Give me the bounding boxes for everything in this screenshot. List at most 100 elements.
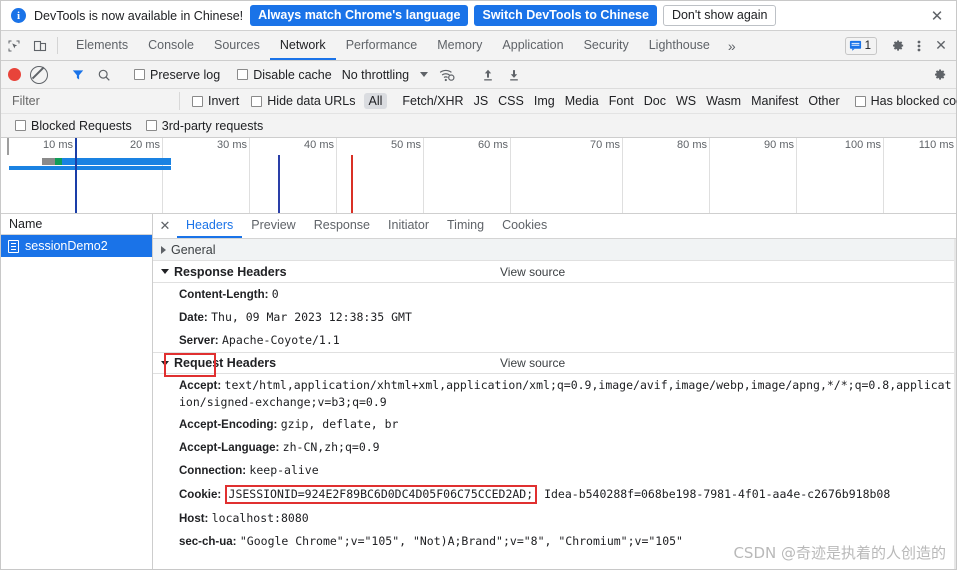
dont-show-again-button[interactable]: Don't show again xyxy=(662,5,777,26)
dom-content-loaded-line xyxy=(75,138,77,213)
language-notification-bar: i DevTools is now available in Chinese! … xyxy=(1,1,956,31)
section-request-headers[interactable]: Request Headers View source xyxy=(153,352,956,374)
header-value: zh-CN,zh;q=0.9 xyxy=(282,440,380,454)
devtools-window: i DevTools is now available in Chinese! … xyxy=(0,0,957,570)
close-detail-icon[interactable]: ✕ xyxy=(153,214,177,238)
blocked-requests-checkbox[interactable]: Blocked Requests xyxy=(15,119,132,133)
network-timeline-overview[interactable]: 10 ms 20 ms 30 ms 40 ms 50 ms 60 ms 70 m… xyxy=(1,138,956,214)
scrollbar-track[interactable] xyxy=(954,239,956,569)
more-tabs-icon[interactable]: » xyxy=(720,31,744,60)
throttling-value[interactable]: No throttling xyxy=(342,68,409,82)
type-filter-doc[interactable]: Doc xyxy=(639,93,671,109)
switch-to-chinese-button[interactable]: Switch DevTools to Chinese xyxy=(474,5,657,26)
header-name: Date: xyxy=(179,312,208,324)
tab-headers[interactable]: Headers xyxy=(177,214,243,238)
request-row-sessiondemo2[interactable]: sessionDemo2 xyxy=(1,235,152,257)
tab-application[interactable]: Application xyxy=(492,31,573,60)
import-har-icon[interactable] xyxy=(475,68,501,82)
tab-lighthouse[interactable]: Lighthouse xyxy=(639,31,720,60)
tab-memory[interactable]: Memory xyxy=(427,31,492,60)
type-filter-wasm[interactable]: Wasm xyxy=(701,93,746,109)
document-icon xyxy=(8,239,19,253)
close-devtools-icon[interactable]: ✕ xyxy=(930,34,952,58)
kebab-menu-icon[interactable] xyxy=(908,34,930,58)
tab-console[interactable]: Console xyxy=(138,31,204,60)
tab-performance[interactable]: Performance xyxy=(336,31,428,60)
tick-label: 60 ms xyxy=(478,139,508,151)
type-filter-img[interactable]: Img xyxy=(529,93,560,109)
always-match-language-button[interactable]: Always match Chrome's language xyxy=(250,5,469,26)
tab-network[interactable]: Network xyxy=(269,31,336,60)
tick-label: 10 ms xyxy=(43,139,73,151)
timeline-tick: 80 ms xyxy=(677,138,710,213)
tab-response[interactable]: Response xyxy=(305,214,379,238)
disable-cache-checkbox[interactable]: Disable cache xyxy=(237,68,332,82)
info-icon: i xyxy=(11,8,26,23)
message-icon xyxy=(849,40,861,51)
close-notification-icon[interactable]: ✕ xyxy=(926,5,948,27)
network-content: Name sessionDemo2 ✕ Headers Preview Resp… xyxy=(1,214,956,569)
checkbox-box[interactable] xyxy=(237,69,249,80)
network-conditions-icon[interactable] xyxy=(434,68,460,82)
tab-elements[interactable]: Elements xyxy=(66,31,138,60)
checkbox-box[interactable] xyxy=(854,95,866,107)
invert-checkbox[interactable]: Invert xyxy=(192,94,239,108)
clear-requests-icon[interactable] xyxy=(30,65,48,84)
view-source-link[interactable]: View source xyxy=(500,356,565,370)
filter-input[interactable] xyxy=(6,92,180,110)
section-general[interactable]: General xyxy=(153,239,956,261)
tick-label: 20 ms xyxy=(130,139,160,151)
checkbox-box[interactable] xyxy=(192,95,203,107)
section-response-headers[interactable]: Response Headers View source xyxy=(153,261,956,283)
record-button-icon[interactable] xyxy=(8,68,21,81)
header-row: Connection: keep-alive xyxy=(153,459,956,482)
chevron-down-icon[interactable] xyxy=(420,72,429,77)
tab-security[interactable]: Security xyxy=(574,31,639,60)
third-party-requests-checkbox[interactable]: 3rd-party requests xyxy=(145,119,263,133)
device-toolbar-icon[interactable] xyxy=(27,31,53,60)
section-title: Request Headers xyxy=(174,356,277,370)
tab-preview[interactable]: Preview xyxy=(242,214,304,238)
preserve-log-checkbox[interactable]: Preserve log xyxy=(134,68,220,82)
type-filter-font[interactable]: Font xyxy=(604,93,639,109)
devtools-tabstrip: Elements Console Sources Network Perform… xyxy=(1,31,956,61)
checkbox-box[interactable] xyxy=(145,120,157,131)
header-value: gzip, deflate, br xyxy=(280,417,399,431)
has-blocked-cookies-checkbox[interactable]: Has blocked cookies xyxy=(854,94,957,108)
type-filter-css[interactable]: CSS xyxy=(493,93,529,109)
filter-funnel-icon[interactable] xyxy=(65,68,91,82)
type-filter-other[interactable]: Other xyxy=(803,93,844,109)
tab-timing[interactable]: Timing xyxy=(438,214,493,238)
request-detail-tabs: ✕ Headers Preview Response Initiator Tim… xyxy=(153,214,956,239)
type-filter-all[interactable]: All xyxy=(363,93,388,109)
bar-download-segment xyxy=(55,158,62,165)
type-filter-media[interactable]: Media xyxy=(560,93,604,109)
header-name: sec-ch-ua: xyxy=(179,536,237,548)
type-filter-ws[interactable]: WS xyxy=(671,93,701,109)
gear-icon[interactable] xyxy=(886,34,908,58)
search-icon[interactable] xyxy=(91,68,117,82)
view-source-link[interactable]: View source xyxy=(500,265,565,279)
message-count-badge[interactable]: 1 xyxy=(844,36,877,55)
type-filter-js[interactable]: JS xyxy=(469,93,494,109)
message-count: 1 xyxy=(864,39,871,52)
checkbox-box[interactable] xyxy=(15,120,26,131)
tab-initiator[interactable]: Initiator xyxy=(379,214,438,238)
tab-cookies[interactable]: Cookies xyxy=(493,214,556,238)
tick-label: 90 ms xyxy=(764,139,794,151)
header-row: Accept-Language: zh-CN,zh;q=0.9 xyxy=(153,436,956,459)
type-filter-manifest[interactable]: Manifest xyxy=(746,93,803,109)
export-har-icon[interactable] xyxy=(501,68,527,82)
inspect-element-icon[interactable] xyxy=(1,31,27,60)
checkbox-box[interactable] xyxy=(134,69,145,80)
network-settings-gear-icon[interactable] xyxy=(928,63,950,87)
checkbox-box[interactable] xyxy=(251,95,263,107)
header-value: 0 xyxy=(271,287,279,301)
hide-data-urls-checkbox[interactable]: Hide data URLs xyxy=(251,94,356,108)
blocked-requests-label: Blocked Requests xyxy=(31,118,132,133)
disable-cache-label: Disable cache xyxy=(253,67,332,82)
tab-sources[interactable]: Sources xyxy=(204,31,270,60)
requests-sidebar: Name sessionDemo2 xyxy=(1,214,153,569)
blocked-filters-row: Blocked Requests 3rd-party requests xyxy=(1,114,956,138)
type-filter-fetch-xhr[interactable]: Fetch/XHR xyxy=(397,93,468,109)
